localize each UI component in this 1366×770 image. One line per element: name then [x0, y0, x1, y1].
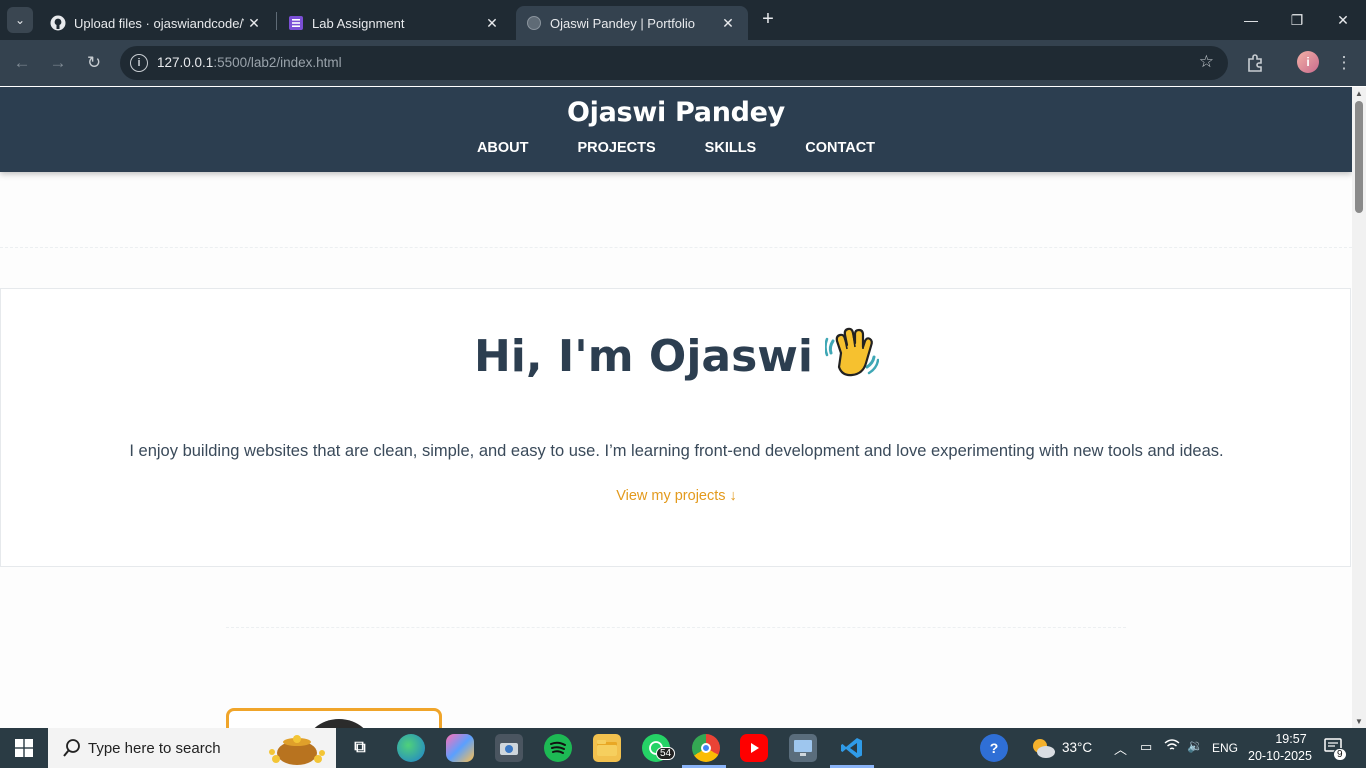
- nav-about[interactable]: ABOUT: [477, 140, 529, 156]
- address-bar[interactable]: i 127.0.0.1:5500/lab2/index.html ☆: [120, 46, 1228, 80]
- clock-time[interactable]: 19:57: [1262, 732, 1320, 746]
- hero-heading: Hi, I'm Ojaswi: [1, 327, 1352, 382]
- github-icon: [50, 15, 66, 31]
- close-icon[interactable]: ✕: [482, 15, 502, 32]
- minimize-icon[interactable]: —: [1228, 0, 1274, 40]
- tab-title: Ojaswi Pandey | Portfolio: [550, 15, 695, 31]
- tab-upload-files[interactable]: Upload files · ojaswiandcode/W ✕: [40, 6, 274, 40]
- weather-cloud-icon[interactable]: [1030, 737, 1056, 762]
- tab-portfolio[interactable]: Ojaswi Pandey | Portfolio ✕: [516, 6, 748, 40]
- chrome-icon[interactable]: [692, 734, 720, 762]
- spotify-icon[interactable]: [544, 734, 572, 762]
- whatsapp-badge: 54: [656, 747, 676, 760]
- hero-section: Hi, I'm Ojaswi I enjoy building websites…: [0, 288, 1351, 567]
- tab-lab-assignment[interactable]: Lab Assignment ✕: [278, 6, 512, 40]
- tab-search-chevron-icon[interactable]: ⌄: [7, 7, 33, 33]
- camera-icon[interactable]: [495, 734, 523, 762]
- tray-expand-icon[interactable]: ︿: [1114, 739, 1127, 758]
- site-name: Ojaswi Pandey: [567, 97, 785, 128]
- profile-avatar[interactable]: i: [1297, 51, 1319, 73]
- forward-arrow-icon[interactable]: →: [45, 50, 71, 76]
- new-tab-button[interactable]: +: [756, 8, 780, 32]
- browser-menu-icon[interactable]: ⋮: [1331, 50, 1357, 76]
- taskbar-search-box[interactable]: Type here to search: [48, 728, 336, 768]
- weather-temperature[interactable]: 33°C: [1062, 740, 1092, 755]
- waving-hand-icon: [824, 327, 880, 379]
- wifi-icon[interactable]: [1164, 738, 1180, 755]
- youtube-icon[interactable]: [740, 734, 768, 762]
- nav-contact[interactable]: CONTACT: [805, 140, 875, 156]
- windows-taskbar: Type here to search ⧉ 54 ? 33°C ︿ ▭ 🔉 EN…: [0, 728, 1366, 768]
- url-text[interactable]: 127.0.0.1:5500/lab2/index.html: [157, 55, 342, 70]
- tab-title: Upload files · ojaswiandcode/W: [74, 15, 244, 31]
- restore-icon[interactable]: ❐: [1274, 0, 1320, 40]
- tab-title: Lab Assignment: [312, 15, 405, 31]
- search-placeholder: Type here to search: [88, 740, 221, 757]
- nav-skills[interactable]: SKILLS: [705, 140, 757, 156]
- browser-toolbar: ← → ↻ i 127.0.0.1:5500/lab2/index.html ☆…: [0, 40, 1366, 86]
- extensions-puzzle-icon[interactable]: [1242, 50, 1268, 76]
- reload-icon[interactable]: ↻: [81, 50, 107, 76]
- hero-intro: I enjoy building websites that are clean…: [129, 442, 1224, 460]
- view-projects-link[interactable]: View my projects ↓: [1, 488, 1352, 504]
- language-indicator[interactable]: ENG: [1212, 741, 1238, 755]
- page-scrollbar[interactable]: ▲ ▼: [1352, 87, 1366, 728]
- copilot-icon[interactable]: [446, 734, 474, 762]
- file-explorer-icon[interactable]: [593, 734, 621, 762]
- control-panel-icon[interactable]: [789, 734, 817, 762]
- window-close-icon[interactable]: ✕: [1320, 0, 1366, 40]
- section-divider: [0, 247, 1352, 248]
- site-info-icon[interactable]: i: [130, 54, 148, 72]
- notification-count: 9: [1333, 748, 1347, 761]
- url-host: 127.0.0.1: [157, 55, 214, 70]
- site-header: Ojaswi Pandey ABOUT PROJECTS SKILLS CONT…: [0, 87, 1352, 172]
- vscode-icon[interactable]: [838, 734, 866, 762]
- page-viewport: Ojaswi Pandey ABOUT PROJECTS SKILLS CONT…: [0, 87, 1352, 728]
- battery-icon[interactable]: ▭: [1140, 739, 1152, 755]
- speaker-icon[interactable]: 🔉: [1187, 738, 1203, 754]
- tab-separator: [276, 12, 277, 30]
- profile-photo: [226, 708, 442, 728]
- task-view-icon[interactable]: ⧉: [346, 734, 374, 762]
- windows-start-icon[interactable]: [0, 728, 48, 768]
- url-path: :5500/lab2/index.html: [213, 55, 342, 70]
- close-icon[interactable]: ✕: [244, 15, 264, 32]
- edge-icon[interactable]: [397, 734, 425, 762]
- scroll-down-arrow-icon[interactable]: ▼: [1355, 717, 1363, 726]
- section-divider: [226, 627, 1126, 628]
- site-nav: ABOUT PROJECTS SKILLS CONTACT: [0, 140, 1352, 156]
- hero-heading-text: Hi, I'm Ojaswi: [473, 331, 814, 382]
- help-icon[interactable]: ?: [980, 734, 1008, 762]
- clock-date[interactable]: 20-10-2025: [1248, 749, 1312, 763]
- form-icon: [288, 15, 304, 31]
- close-icon[interactable]: ✕: [718, 15, 738, 32]
- back-arrow-icon[interactable]: ←: [9, 50, 35, 76]
- browser-tab-strip: ⌄ Upload files · ojaswiandcode/W ✕ Lab A…: [0, 0, 1366, 40]
- scroll-up-arrow-icon[interactable]: ▲: [1355, 89, 1363, 98]
- nav-projects[interactable]: PROJECTS: [578, 140, 656, 156]
- bookmark-star-icon[interactable]: ☆: [1199, 52, 1214, 72]
- scroll-thumb[interactable]: [1355, 101, 1363, 213]
- search-icon: [62, 738, 82, 763]
- globe-icon: [526, 15, 542, 31]
- gold-pot-icon: [264, 731, 330, 765]
- profile-photo-silhouette: [305, 719, 373, 728]
